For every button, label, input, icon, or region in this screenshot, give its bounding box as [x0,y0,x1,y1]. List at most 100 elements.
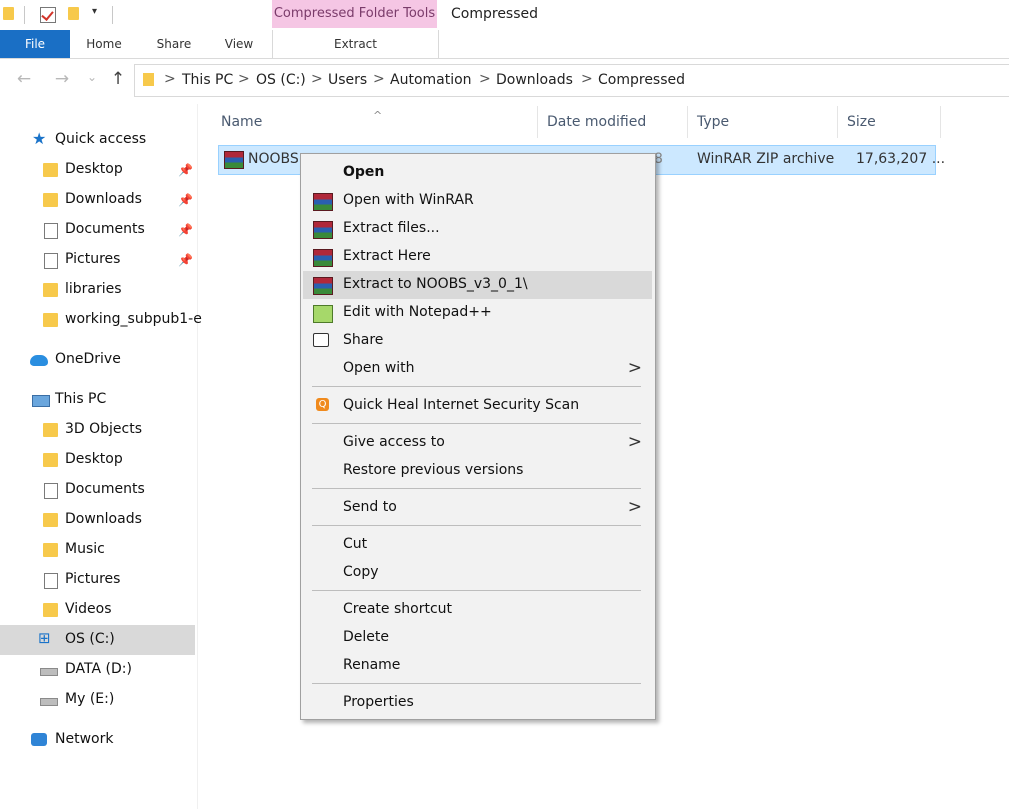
menu-share[interactable]: Share [303,327,652,355]
nav-label: Desktop [65,161,123,177]
windows-drive-icon [38,629,53,647]
menu-item-label: Quick Heal Internet Security Scan [343,397,580,413]
menu-item-label: Extract files... [343,220,440,236]
menu-rename[interactable]: Rename [303,652,652,680]
column-header-size[interactable]: Size [844,106,941,138]
drive-icon [40,668,58,676]
nav-os-c-drive[interactable]: OS (C:) [0,625,195,655]
tab-file[interactable]: File [0,30,70,58]
nav-my-e-drive[interactable]: My (E:) [0,685,195,715]
menu-open[interactable]: Open [303,159,652,187]
properties-check-icon[interactable] [40,7,56,23]
nav-label: My (E:) [65,691,115,707]
tab-extract[interactable]: Extract [272,30,439,58]
nav-desktop-pinned[interactable]: Desktop 📌 [0,155,195,185]
nav-label: Documents [65,221,145,237]
nav-label: Pictures [65,251,121,267]
nav-downloads[interactable]: Downloads [0,505,195,535]
menu-quick-heal-scan[interactable]: Q Quick Heal Internet Security Scan [303,392,652,420]
menu-give-access-to[interactable]: Give access to > [303,429,652,457]
chevron-right-icon[interactable]: > [479,71,491,87]
nav-quick-access[interactable]: ★ Quick access [0,125,195,155]
nav-pictures-pinned[interactable]: Pictures 📌 [0,245,195,275]
breadcrumb-automation[interactable]: Automation [390,72,472,88]
menu-extract-files[interactable]: Extract files... [303,215,652,243]
context-menu: Open Open with WinRAR Extract files... E… [300,153,656,720]
chevron-right-icon[interactable]: > [581,71,593,87]
divider [112,6,113,24]
tab-home[interactable]: Home [80,30,128,58]
menu-open-with-winrar[interactable]: Open with WinRAR [303,187,652,215]
nav-desktop[interactable]: Desktop [0,445,195,475]
column-header-name[interactable]: Name ^ [218,106,538,138]
nav-onedrive[interactable]: OneDrive [0,345,195,375]
menu-create-shortcut[interactable]: Create shortcut [303,596,652,624]
nav-documents-pinned[interactable]: Documents 📌 [0,215,195,245]
nav-label: Documents [65,481,145,497]
nav-downloads-pinned[interactable]: Downloads 📌 [0,185,195,215]
nav-documents[interactable]: Documents [0,475,195,505]
menu-item-label: Send to [343,499,397,515]
forward-arrow-icon[interactable]: → [52,69,72,89]
menu-copy[interactable]: Copy [303,559,652,587]
menu-item-label: Open with [343,360,415,376]
menu-open-with[interactable]: Open with > [303,355,652,383]
nav-label: DATA (D:) [65,661,132,677]
menu-cut[interactable]: Cut [303,531,652,559]
column-header-type[interactable]: Type [694,106,838,138]
breadcrumb-this-pc[interactable]: This PC [182,72,233,88]
chevron-right-icon[interactable]: > [311,71,323,87]
folder-icon [43,313,58,327]
breadcrumb-os-c[interactable]: OS (C:) [256,72,306,88]
menu-extract-here[interactable]: Extract Here [303,243,652,271]
chevron-right-icon[interactable]: > [238,71,250,87]
column-header-date-modified[interactable]: Date modified [544,106,688,138]
chevron-right-icon[interactable]: > [373,71,385,87]
tab-share[interactable]: Share [150,30,198,58]
nav-label: OneDrive [55,351,121,367]
address-input[interactable]: > This PC > OS (C:) > Users > Automation… [134,64,1009,97]
nav-network[interactable]: Network [0,725,195,755]
nav-libraries[interactable]: libraries [0,275,195,305]
up-arrow-icon[interactable]: ↑ [108,69,128,89]
back-arrow-icon[interactable]: ← [14,69,34,89]
pin-icon: 📌 [178,163,193,177]
menu-send-to[interactable]: Send to > [303,494,652,522]
menu-restore-previous-versions[interactable]: Restore previous versions [303,457,652,485]
downloads-folder-icon [43,193,58,207]
nav-label: Videos [65,601,112,617]
menu-item-label: Give access to [343,434,445,450]
nav-working-subpub[interactable]: working_subpub1-e [0,305,202,335]
menu-properties[interactable]: Properties [303,689,652,717]
winrar-icon [313,277,333,295]
menu-item-label: Properties [343,694,414,710]
breadcrumb-compressed[interactable]: Compressed [598,72,685,88]
nav-this-pc[interactable]: This PC [0,385,195,415]
menu-delete[interactable]: Delete [303,624,652,652]
breadcrumb-downloads[interactable]: Downloads [496,72,573,88]
new-folder-icon[interactable] [68,7,79,20]
breadcrumb-users[interactable]: Users [328,72,367,88]
nav-3d-objects[interactable]: 3D Objects [0,415,195,445]
title-bar: ▾ Compressed Folder Tools Compressed [0,0,1009,30]
sort-ascending-icon: ^ [373,109,383,122]
nav-pictures[interactable]: Pictures [0,565,195,595]
recent-locations-icon[interactable]: ⌄ [82,70,102,84]
chevron-right-icon[interactable]: > [164,71,176,87]
menu-edit-with-notepadpp[interactable]: Edit with Notepad++ [303,299,652,327]
pictures-icon [44,253,58,269]
menu-separator [312,423,641,424]
column-label: Name [221,114,263,130]
star-icon: ★ [32,129,47,148]
menu-item-label: Open with WinRAR [343,192,474,208]
nav-data-d-drive[interactable]: DATA (D:) [0,655,195,685]
winrar-icon [313,193,333,211]
tab-view[interactable]: View [216,30,262,58]
documents-icon [44,223,58,239]
customize-dropdown-icon[interactable]: ▾ [92,6,97,17]
nav-music[interactable]: Music [0,535,195,565]
menu-extract-to-folder[interactable]: Extract to NOOBS_v3_0_1\ [303,271,652,299]
nav-videos[interactable]: Videos [0,595,195,625]
menu-item-label: Delete [343,629,389,645]
ribbon-tabs: File Home Share View Extract [0,30,1009,59]
